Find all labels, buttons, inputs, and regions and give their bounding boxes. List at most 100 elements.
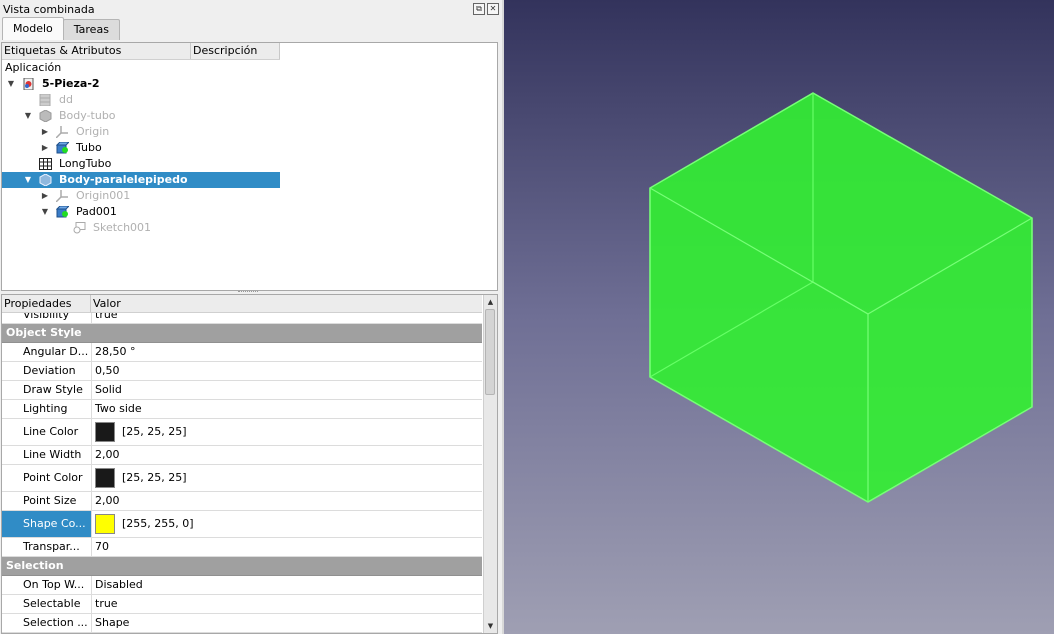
expand-arrow-icon[interactable]: ▼ [23, 108, 33, 124]
tab-tareas[interactable]: Tareas [62, 19, 120, 40]
property-column-name[interactable]: Propiedades [4, 297, 71, 310]
body-icon [39, 174, 52, 186]
expand-arrow-icon[interactable]: ▼ [40, 204, 50, 220]
expand-arrow-icon[interactable]: ▼ [6, 76, 16, 92]
collapse-arrow-icon[interactable]: ▶ [40, 140, 50, 156]
tree-item-label: Pad001 [76, 205, 117, 218]
color-swatch[interactable] [95, 422, 115, 442]
property-name: Point Color [2, 465, 92, 491]
property-name: Line Color [2, 419, 92, 445]
property-row-transparency[interactable]: Transpar... 70 [2, 538, 482, 557]
property-scrollbar[interactable]: ▲ ▼ [483, 295, 497, 633]
property-value: [25, 25, 25] [122, 471, 187, 484]
spreadsheet-icon [39, 158, 52, 170]
tree-item-dd[interactable]: dd [2, 92, 280, 108]
tree-item-label: Sketch001 [93, 221, 152, 234]
sketch-icon [73, 222, 86, 234]
property-name: Point Size [2, 492, 92, 510]
pad-feature-icon [56, 206, 69, 218]
scrollbar-thumb[interactable] [485, 309, 495, 395]
scroll-up-icon[interactable]: ▲ [484, 296, 497, 308]
property-name: On Top W... [2, 576, 92, 594]
pad-feature-icon [56, 142, 69, 154]
tree-item-label: 5-Pieza-2 [42, 77, 100, 90]
expand-arrow-icon[interactable]: ▼ [23, 172, 33, 188]
collapse-arrow-icon[interactable]: ▶ [40, 124, 50, 140]
origin-axes-icon [56, 126, 68, 138]
document-icon [23, 78, 34, 90]
property-value: 28,50 ° [95, 345, 136, 358]
dock-buttons: ⧉ ✕ [473, 3, 499, 15]
group-label: Object Style [6, 326, 82, 339]
property-value: [255, 255, 0] [122, 517, 194, 530]
property-row-selection-style[interactable]: Selection ... Shape [2, 614, 482, 633]
tree-item-label: dd [59, 93, 73, 106]
spreadsheet-disabled-icon [39, 94, 51, 106]
property-name: Deviation [2, 362, 92, 380]
collapse-arrow-icon[interactable]: ▶ [40, 188, 50, 204]
float-icon[interactable]: ⧉ [473, 3, 485, 15]
property-row-visibility[interactable]: Visibility true [2, 313, 482, 324]
close-icon[interactable]: ✕ [487, 3, 499, 15]
property-name: Lighting [2, 400, 92, 418]
property-row-angular-deflection[interactable]: Angular D... 28,50 ° [2, 343, 482, 362]
color-swatch[interactable] [95, 514, 115, 534]
property-header: Propiedades Valor [2, 295, 482, 313]
tab-modelo[interactable]: Modelo [2, 17, 64, 40]
tree-item-body-paralelepipedo[interactable]: ▼ Body-paralelepipedo [2, 172, 280, 188]
property-value: Shape [95, 616, 130, 629]
tree-item-label: LongTubo [59, 157, 112, 170]
body-icon [39, 110, 52, 122]
tree-item-label: Origin [76, 125, 110, 138]
property-row-line-width[interactable]: Line Width 2,00 [2, 446, 482, 465]
property-row-line-color[interactable]: Line Color [25, 25, 25] [2, 419, 482, 446]
tree-column-labels[interactable]: Etiquetas & Atributos [2, 43, 191, 59]
property-name: Selection ... [2, 614, 92, 632]
model-tree: Etiquetas & Atributos Descripción Aplica… [1, 42, 498, 291]
property-value: Solid [95, 383, 122, 396]
property-value: 70 [95, 540, 109, 553]
property-group-object-style[interactable]: Object Style [2, 324, 482, 343]
property-row-selectable[interactable]: Selectable true [2, 595, 482, 614]
tree-item-tubo[interactable]: ▶ Tubo [2, 140, 280, 156]
tab-bar: Modelo Tareas [2, 17, 120, 40]
property-row-on-top-when-selected[interactable]: On Top W... Disabled [2, 576, 482, 595]
combo-view-panel: Vista combinada ⧉ ✕ Modelo Tareas Etique… [0, 0, 502, 634]
tree-item-origin001[interactable]: ▶ Origin001 [2, 188, 280, 204]
tree-root-label: Aplicación [5, 61, 62, 74]
3d-viewport[interactable] [504, 0, 1054, 634]
scroll-down-icon[interactable]: ▼ [484, 620, 497, 632]
tree-item-longtubo[interactable]: LongTubo [2, 156, 280, 172]
tree-item-pad001[interactable]: ▼ Pad001 [2, 204, 280, 220]
property-value: true [95, 597, 118, 610]
green-box-solid[interactable] [649, 92, 1033, 503]
property-name: Transpar... [2, 538, 92, 556]
property-value: [25, 25, 25] [122, 425, 187, 438]
3d-scene [649, 92, 1033, 503]
tree-column-description[interactable]: Descripción [191, 43, 280, 59]
property-name: Draw Style [2, 381, 92, 399]
property-value: Disabled [95, 578, 143, 591]
property-group-selection[interactable]: Selection [2, 557, 482, 576]
tree-item-sketch001[interactable]: Sketch001 [2, 220, 280, 236]
color-swatch[interactable] [95, 468, 115, 488]
property-value: Two side [95, 402, 142, 415]
box-outline [649, 92, 1033, 503]
property-row-deviation[interactable]: Deviation 0,50 [2, 362, 482, 381]
tree-item-origin[interactable]: ▶ Origin [2, 124, 280, 140]
property-row-lighting[interactable]: Lighting Two side [2, 400, 482, 419]
property-row-draw-style[interactable]: Draw Style Solid [2, 381, 482, 400]
property-editor: Propiedades Valor Visibility true Object… [1, 294, 498, 634]
property-row-point-size[interactable]: Point Size 2,00 [2, 492, 482, 511]
group-label: Selection [6, 559, 64, 572]
tree-item-5-pieza-2[interactable]: ▼ 5-Pieza-2 [2, 76, 280, 92]
property-column-value[interactable]: Valor [93, 297, 121, 310]
tree-item-body-tubo[interactable]: ▼ Body-tubo [2, 108, 280, 124]
tree-item-label: Body-paralelepipedo [59, 173, 188, 186]
property-row-point-color[interactable]: Point Color [25, 25, 25] [2, 465, 482, 492]
property-value: 2,00 [95, 448, 120, 461]
tree-item-label: Origin001 [76, 189, 131, 202]
property-value: true [95, 313, 118, 321]
origin-axes-icon [56, 190, 68, 202]
property-row-shape-color[interactable]: Shape Co... [255, 255, 0] [2, 511, 482, 538]
